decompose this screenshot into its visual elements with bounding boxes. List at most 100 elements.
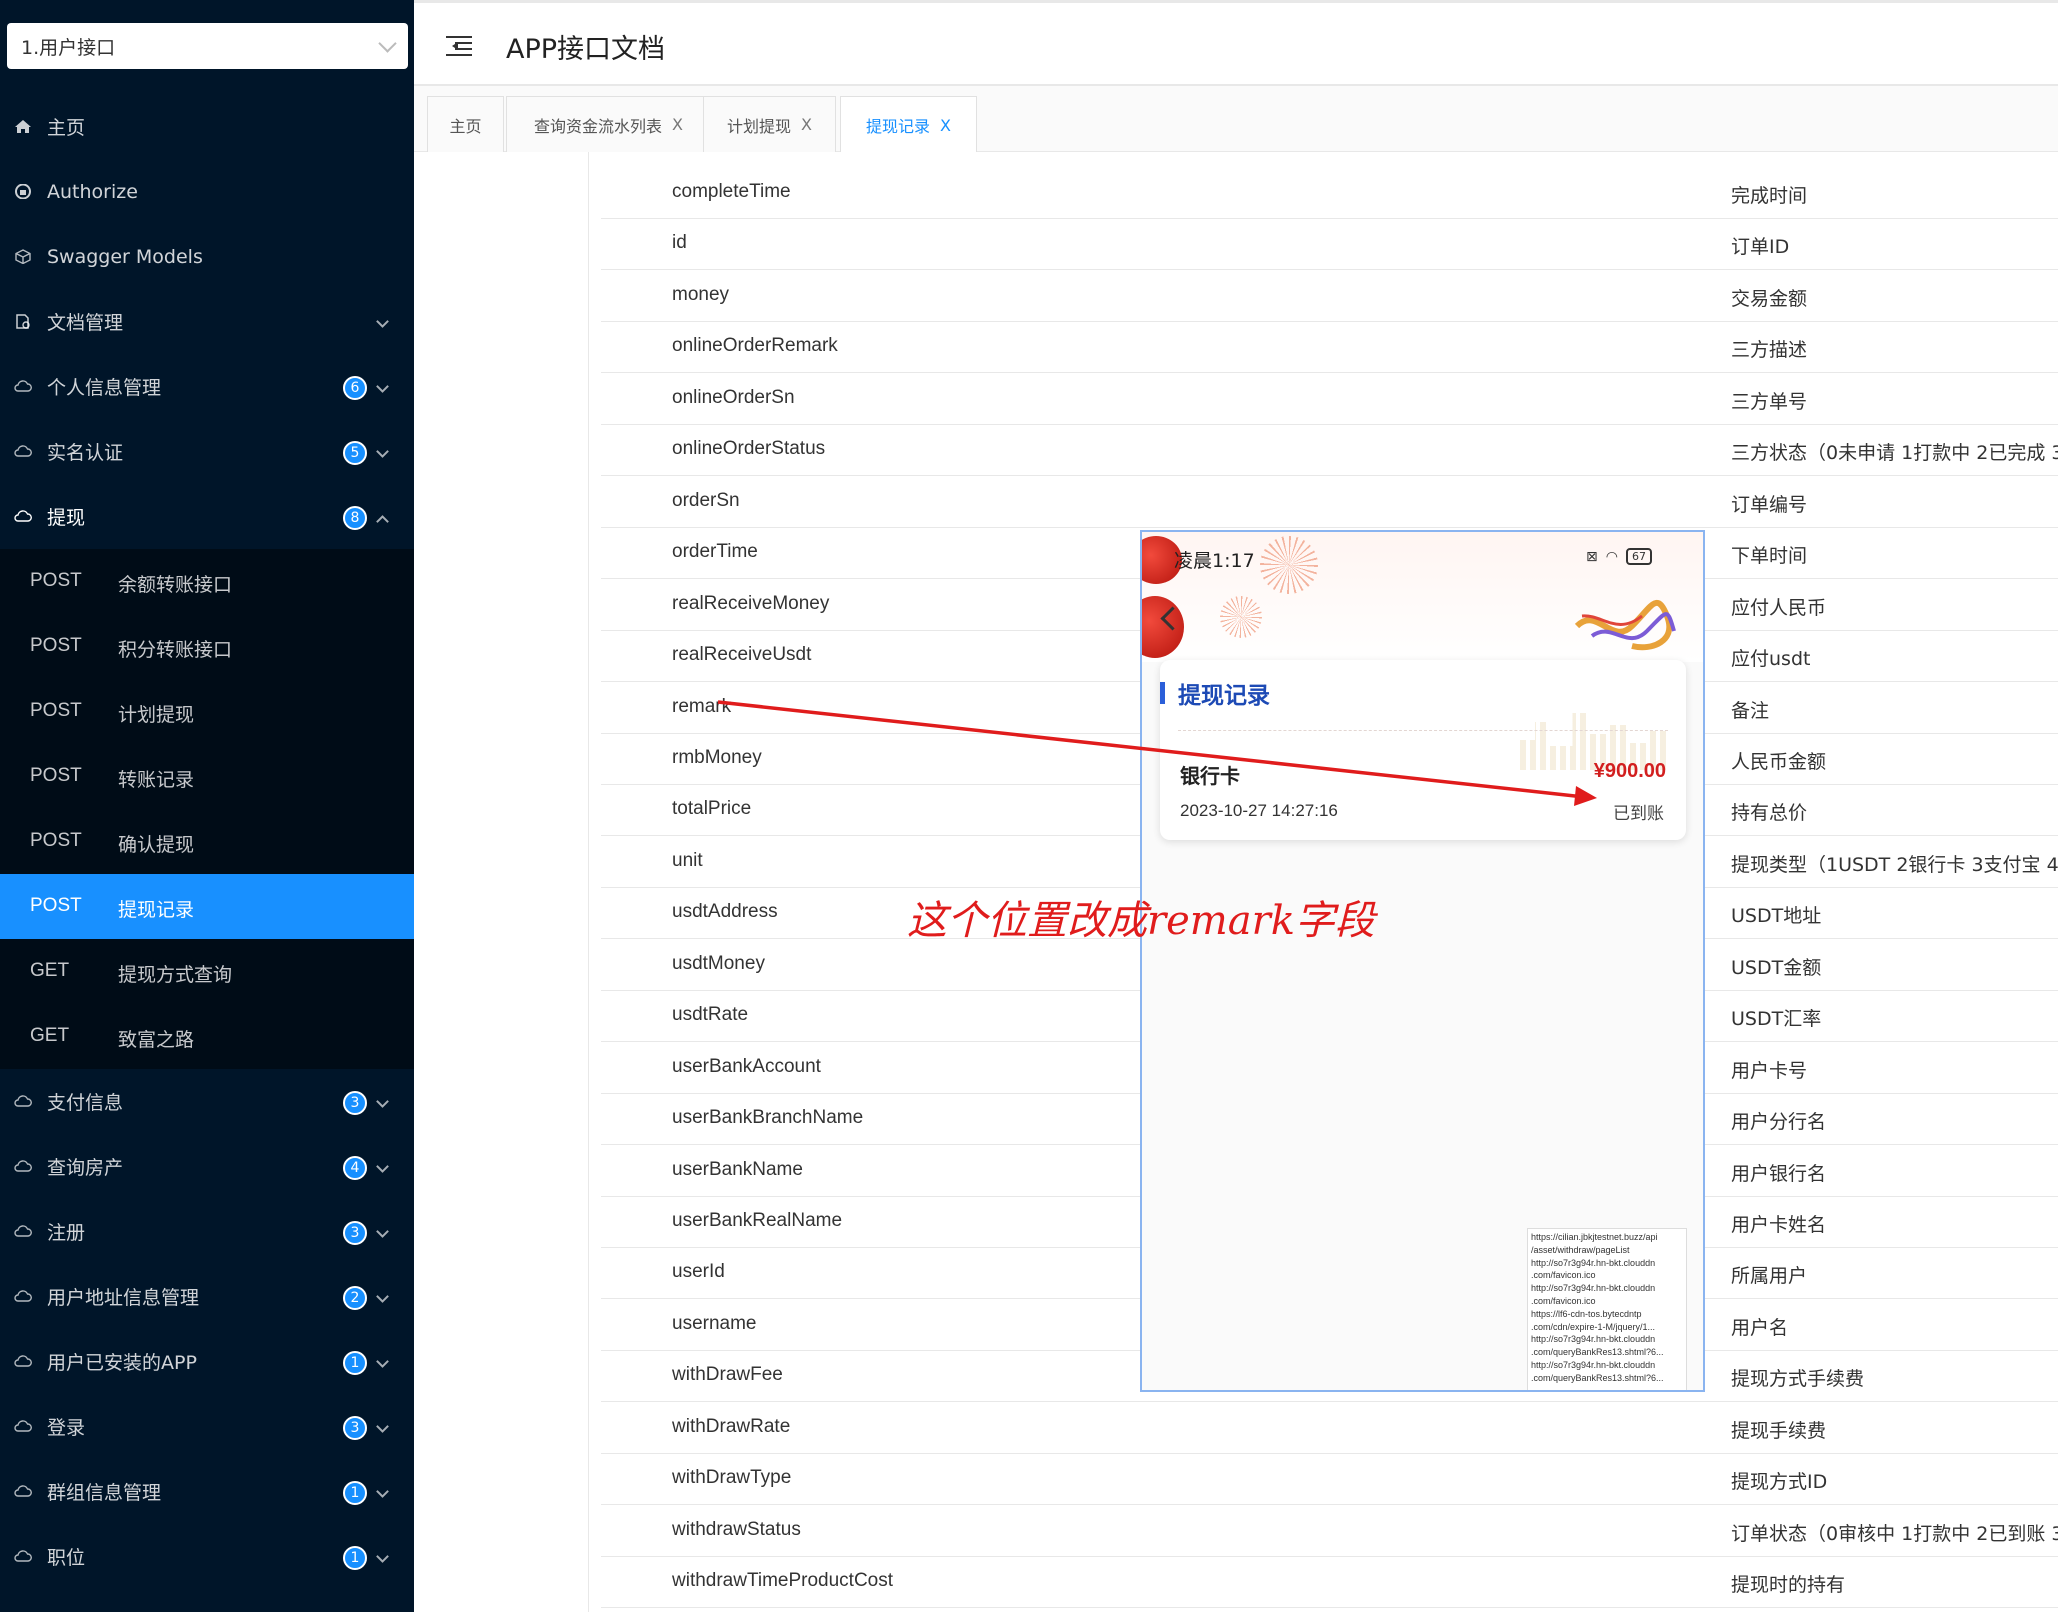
table-row: money 交易金额 bbox=[601, 271, 2058, 322]
home-icon bbox=[15, 120, 31, 133]
submenu-item[interactable]: POST 计划提现 bbox=[0, 679, 414, 744]
field-name: onlineOrderSn bbox=[672, 386, 795, 408]
request-url-line: https://cilian.jbkjtestnet.buzz/api bbox=[1531, 1232, 1658, 1242]
firework-decoration bbox=[1220, 596, 1262, 638]
cloud-icon bbox=[14, 1095, 32, 1107]
sidebar-item-user-address[interactable]: 用户地址信息管理 2 bbox=[0, 1264, 414, 1329]
sidebar-item-real-name[interactable]: 实名认证 5 bbox=[0, 419, 414, 484]
sidebar-item-home[interactable]: 主页 bbox=[0, 94, 414, 159]
field-name: userBankAccount bbox=[672, 1055, 821, 1077]
field-description: 下单时间 bbox=[1731, 545, 1808, 568]
top-header: APP接口文档 bbox=[414, 0, 2058, 86]
sidebar-item-group-info[interactable]: 群组信息管理 1 bbox=[0, 1459, 414, 1524]
withdraw-status: 已到账 bbox=[1613, 804, 1664, 824]
sidebar-item-login[interactable]: 登录 3 bbox=[0, 1394, 414, 1459]
sidebar-item-register[interactable]: 注册 3 bbox=[0, 1199, 414, 1264]
table-row: onlineOrderRemark 三方描述 bbox=[601, 322, 2058, 374]
group-select[interactable]: 1.用户接口 bbox=[7, 23, 408, 69]
count-badge: 1 bbox=[343, 1546, 367, 1570]
field-description: 人民币金额 bbox=[1731, 750, 1827, 773]
field-name: usdtRate bbox=[672, 1004, 749, 1026]
chevron-down-icon bbox=[376, 1095, 389, 1108]
close-icon[interactable]: X bbox=[940, 116, 951, 135]
chevron-down-icon bbox=[376, 1355, 389, 1368]
chevron-down-icon bbox=[376, 315, 389, 328]
field-name: orderTime bbox=[672, 541, 758, 563]
field-description: 用户银行名 bbox=[1731, 1162, 1827, 1185]
chevron-down-icon bbox=[376, 380, 389, 393]
close-icon[interactable]: X bbox=[672, 115, 683, 134]
field-description: 应付人民币 bbox=[1731, 596, 1827, 619]
network-request-log: https://cilian.jbkjtestnet.buzz/api/asse… bbox=[1527, 1228, 1687, 1390]
field-description: 提现手续费 bbox=[1731, 1419, 1827, 1442]
submenu-item[interactable]: POST 转账记录 bbox=[0, 744, 414, 809]
field-description: 持有总价 bbox=[1731, 802, 1808, 825]
field-description: 完成时间 bbox=[1731, 185, 1808, 207]
sidebar-item-installed-apps[interactable]: 用户已安装的APP 1 bbox=[0, 1329, 414, 1394]
phone-status-time: 凌晨1:17 bbox=[1174, 550, 1255, 572]
submenu-item-selected[interactable]: POST 提现记录 bbox=[0, 874, 414, 939]
close-icon[interactable]: X bbox=[801, 115, 812, 134]
document-icon bbox=[16, 314, 30, 329]
count-badge: 5 bbox=[343, 441, 367, 465]
sidebar-item-swagger-models[interactable]: Swagger Models bbox=[0, 224, 414, 289]
field-name: realReceiveMoney bbox=[672, 592, 830, 614]
battery-icon: 67 bbox=[1625, 548, 1652, 565]
sidebar-item-doc-management[interactable]: 文档管理 bbox=[0, 289, 414, 354]
chevron-down-icon bbox=[376, 445, 389, 458]
field-description: 用户卡姓名 bbox=[1731, 1214, 1827, 1236]
menu-fold-icon[interactable] bbox=[446, 36, 472, 56]
submenu-item[interactable]: POST 确认提现 bbox=[0, 809, 414, 874]
chevron-down-icon bbox=[376, 1485, 389, 1498]
submenu-item[interactable]: GET 提现方式查询 bbox=[0, 939, 414, 1004]
field-description: USDT地址 bbox=[1731, 905, 1822, 928]
sidebar-item-personal-info[interactable]: 个人信息管理 6 bbox=[0, 354, 414, 419]
tree-guide-line bbox=[588, 152, 589, 1612]
field-name: username bbox=[672, 1312, 757, 1334]
table-row: withDrawRate 提现手续费 bbox=[601, 1403, 2058, 1454]
field-name: remark bbox=[672, 695, 732, 717]
request-url-line: http://so7r3g94r.hn-bkt.clouddn bbox=[1531, 1257, 1656, 1268]
field-description: 用户卡号 bbox=[1731, 1059, 1808, 1082]
count-badge: 8 bbox=[343, 506, 367, 530]
cloud-icon bbox=[14, 1290, 32, 1302]
tab-withdraw-records[interactable]: 提现记录 X bbox=[840, 96, 977, 153]
field-description: 三方描述 bbox=[1731, 339, 1808, 362]
field-description: USDT汇率 bbox=[1731, 1008, 1822, 1031]
sidebar-item-authorize[interactable]: Authorize bbox=[0, 159, 414, 224]
withdraw-record-card[interactable]: 提现记录 银行卡 ¥900.00 2023-10-27 14:27:16 已到账 bbox=[1160, 660, 1686, 840]
cube-icon bbox=[15, 249, 31, 264]
submenu-item[interactable]: POST 积分转账接口 bbox=[0, 614, 414, 679]
tab-home[interactable]: 主页 bbox=[427, 96, 504, 152]
sidebar-menu: 主页 Authorize Swagger Models 文档管理 个人信息管理 … bbox=[0, 94, 414, 1589]
count-badge: 3 bbox=[343, 1091, 367, 1115]
field-name: userBankName bbox=[672, 1158, 803, 1180]
field-name: money bbox=[672, 283, 730, 305]
field-name: withDrawType bbox=[672, 1467, 792, 1489]
request-url-line: http://so7r3g94r.hn-bkt.clouddn bbox=[1531, 1334, 1656, 1345]
submenu-item[interactable]: POST 余额转账接口 bbox=[0, 549, 414, 614]
cloud-icon bbox=[14, 380, 32, 392]
tab-plan-withdraw[interactable]: 计划提现 X bbox=[703, 96, 836, 152]
wifi-icon: ◠ bbox=[1605, 548, 1618, 565]
cloud-icon bbox=[14, 445, 32, 457]
field-name: usdtMoney bbox=[672, 952, 765, 974]
sidebar-item-query-property[interactable]: 查询房产 4 bbox=[0, 1134, 414, 1199]
field-name: userBankRealName bbox=[672, 1210, 843, 1231]
submenu-item[interactable]: GET 致富之路 bbox=[0, 1004, 414, 1069]
field-description: 提现方式ID bbox=[1731, 1471, 1828, 1494]
cloud-icon bbox=[14, 1225, 32, 1237]
field-description: 所属用户 bbox=[1731, 1265, 1808, 1288]
phone-page-title: 提现记录 bbox=[1178, 683, 1270, 709]
tab-fund-flow[interactable]: 查询资金流水列表 X bbox=[506, 96, 711, 152]
sidebar-item-position[interactable]: 职位 1 bbox=[0, 1524, 414, 1589]
chevron-down-icon bbox=[376, 1160, 389, 1173]
field-name: withDrawFee bbox=[672, 1364, 783, 1386]
table-row: onlineOrderSn 三方单号 bbox=[601, 374, 2058, 425]
table-row: withdrawTimeProductCost 提现时的持有 bbox=[601, 1557, 2058, 1609]
cloud-icon bbox=[14, 1160, 32, 1172]
sidebar-item-payment-info[interactable]: 支付信息 3 bbox=[0, 1069, 414, 1134]
request-url-line: /asset/withdraw/pageList bbox=[1531, 1244, 1630, 1255]
sidebar-item-withdraw[interactable]: 提现 8 bbox=[0, 484, 414, 549]
table-row: onlineOrderStatus 三方状态（0未申请 1打款中 2已完成 3失 bbox=[601, 425, 2058, 477]
